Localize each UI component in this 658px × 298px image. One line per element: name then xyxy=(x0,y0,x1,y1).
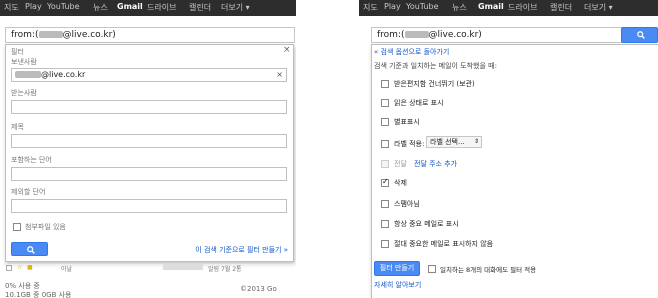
skip-inbox-checkbox[interactable] xyxy=(381,80,389,88)
delete-label: 삭제 xyxy=(394,179,407,187)
skip-inbox-label: 받은편지함 건너뛰기 (보관) xyxy=(394,80,475,88)
gbar-more[interactable]: 더보기 ▾ xyxy=(584,2,613,13)
apply-label-label: 라벨 적용: xyxy=(394,140,425,148)
also-apply-checkbox[interactable] xyxy=(428,265,436,273)
star-icon[interactable]: ☆ xyxy=(17,264,22,271)
gbar-youtube[interactable]: YouTube xyxy=(47,2,80,11)
search-input[interactable]: from:( @live.co.kr) xyxy=(5,27,295,43)
row-sender: 아날 xyxy=(61,266,73,273)
forward-checkbox[interactable] xyxy=(381,160,389,168)
search-prefix: from:( xyxy=(377,30,405,40)
never-spam-label: 스팸아님 xyxy=(394,200,420,208)
never-spam-checkbox[interactable] xyxy=(381,200,389,208)
has-attachment-checkbox[interactable] xyxy=(13,223,21,231)
subject-label: 제목 xyxy=(11,123,24,131)
search-prefix: from:( xyxy=(11,30,39,40)
from-value: @live.co.kr xyxy=(41,70,86,79)
to-field[interactable] xyxy=(11,100,287,114)
gbar-maps[interactable]: 지도 xyxy=(363,2,378,13)
google-bar: 지도 Play YouTube 뉴스 Gmail 드라이브 캘린더 더보기 ▾ xyxy=(359,0,658,16)
gbar-youtube[interactable]: YouTube xyxy=(406,2,439,11)
clear-icon[interactable]: × xyxy=(276,69,283,81)
folder-icon: ■ xyxy=(27,264,33,271)
search-input[interactable]: from:( @live.co.kr) xyxy=(371,27,657,43)
gbar-calendar[interactable]: 캘린더 xyxy=(550,2,572,13)
search-icon xyxy=(637,31,645,39)
delete-checkbox[interactable] xyxy=(381,177,389,187)
label-select-value: 라벨 선택... xyxy=(430,138,465,146)
redacted-text xyxy=(38,31,63,38)
subject-field[interactable] xyxy=(11,134,287,148)
background-row[interactable]: ☆ ■ 아날 알림 7월 2통 xyxy=(5,264,295,274)
apply-label-checkbox[interactable] xyxy=(381,140,389,148)
mark-read-checkbox[interactable] xyxy=(381,99,389,107)
back-to-search-options-link[interactable]: « 검색 옵션으로 돌아가기 xyxy=(374,47,449,57)
search-suffix: @live.co.kr) xyxy=(428,30,482,40)
row-label-chip xyxy=(163,264,203,270)
right-screenshot: 지도 Play YouTube 뉴스 Gmail 드라이브 캘린더 더보기 ▾ … xyxy=(359,0,658,298)
star-checkbox[interactable] xyxy=(381,118,389,126)
search-button[interactable] xyxy=(11,242,48,256)
search-button[interactable] xyxy=(621,27,658,43)
mark-read-label: 읽은 상태로 표시 xyxy=(394,99,444,107)
gbar-calendar[interactable]: 캘린더 xyxy=(189,2,211,13)
has-words-label: 포함하는 단어 xyxy=(11,156,52,164)
has-words-field[interactable] xyxy=(11,167,287,181)
star-label: 별표표시 xyxy=(394,118,420,126)
from-field[interactable]: @live.co.kr × xyxy=(11,68,287,82)
search-icon xyxy=(27,246,35,254)
forward-label: 전달 xyxy=(394,160,407,168)
gbar-maps[interactable]: 지도 xyxy=(4,2,19,13)
copyright: ©2013 Go xyxy=(240,285,277,293)
no-words-label: 제외할 단어 xyxy=(11,188,46,196)
gbar-gmail[interactable]: Gmail xyxy=(478,2,504,11)
filter-dropdown: 필터 × 보낸사람 @live.co.kr × 받는사람 제목 포함하는 단어 … xyxy=(5,44,294,262)
to-label: 받는사람 xyxy=(11,89,37,97)
search-suffix: @live.co.kr) xyxy=(62,30,116,40)
gbar-play[interactable]: Play xyxy=(25,2,42,11)
close-icon[interactable]: × xyxy=(283,45,291,55)
has-attachment-label: 첨부파일 있음 xyxy=(25,223,66,231)
row-subject: 알림 7월 2통 xyxy=(208,266,242,273)
gbar-gmail[interactable]: Gmail xyxy=(117,2,143,11)
google-bar: 지도 Play YouTube 뉴스 Gmail 드라이브 캘린더 더보기 ▾ xyxy=(0,0,296,16)
gbar-news[interactable]: 뉴스 xyxy=(452,2,467,13)
add-forwarding-address-link[interactable]: 전달 주소 추가 xyxy=(414,159,457,169)
never-important-checkbox[interactable] xyxy=(381,240,389,248)
gbar-drive[interactable]: 드라이브 xyxy=(147,2,176,13)
create-filter-button[interactable]: 필터 만들기 xyxy=(374,261,420,276)
label-select[interactable]: 라벨 선택... ⇕ xyxy=(426,136,482,148)
always-important-label: 항상 중요 메일로 표시 xyxy=(394,220,459,228)
never-important-label: 절대 중요한 메일로 표시하지 않음 xyxy=(394,240,494,248)
filter-instruction: 검색 기준과 일치하는 메일이 도착했을 때: xyxy=(374,62,497,70)
gbar-more[interactable]: 더보기 ▾ xyxy=(221,2,250,13)
filter-title: 필터 xyxy=(11,48,24,56)
gbar-news[interactable]: 뉴스 xyxy=(93,2,108,13)
left-screenshot: 지도 Play YouTube 뉴스 Gmail 드라이브 캘린더 더보기 ▾ … xyxy=(0,0,296,298)
row-checkbox[interactable] xyxy=(6,265,12,271)
from-label: 보낸사람 xyxy=(11,58,37,66)
gbar-play[interactable]: Play xyxy=(384,2,401,11)
create-filter-link[interactable]: 이 검색 기준으로 필터 만들기 » xyxy=(195,245,288,255)
separator xyxy=(296,0,359,298)
redacted-text xyxy=(15,71,41,78)
filter-actions-dropdown: « 검색 옵션으로 돌아가기 검색 기준과 일치하는 메일이 도착했을 때: 받… xyxy=(371,44,658,298)
always-important-checkbox[interactable] xyxy=(381,220,389,228)
gbar-drive[interactable]: 드라이브 xyxy=(508,2,537,13)
learn-more-link[interactable]: 자세히 알아보기 xyxy=(374,280,421,290)
no-words-field[interactable] xyxy=(11,199,287,213)
chevron-down-icon: ⇕ xyxy=(473,138,479,145)
redacted-text xyxy=(404,31,429,38)
also-apply-label: 일치하는 8개의 대화에도 필터 적용 xyxy=(440,266,537,274)
storage-quota: 10.1GB 중 0GB 사용 xyxy=(5,291,72,298)
